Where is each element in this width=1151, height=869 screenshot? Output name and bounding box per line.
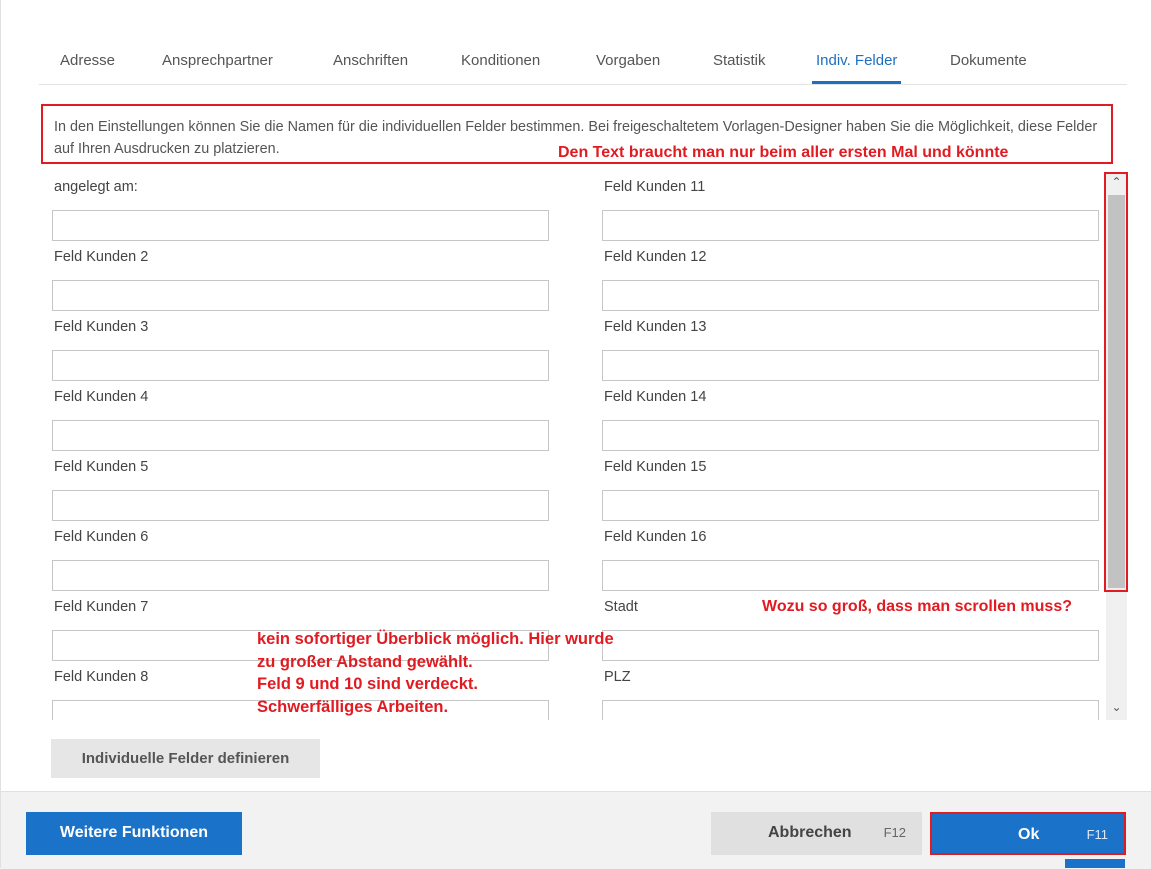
field-label: Feld Kunden 6: [54, 529, 149, 545]
field-kunden-4: Feld Kunden 4: [52, 386, 552, 451]
field-label: PLZ: [604, 669, 631, 685]
field-input[interactable]: [602, 630, 1099, 661]
button-label: Weitere Funktionen: [59, 824, 209, 841]
field-kunden-12: Feld Kunden 12: [602, 246, 1101, 311]
field-input[interactable]: [52, 350, 549, 381]
tab-statistik[interactable]: Statistik: [713, 52, 766, 69]
field-kunden-15: Feld Kunden 15: [602, 456, 1101, 521]
field-kunden-14: Feld Kunden 14: [602, 386, 1101, 451]
field-angelegt-am: angelegt am:: [52, 176, 552, 241]
field-input[interactable]: [602, 210, 1099, 241]
field-plz: PLZ: [602, 666, 1101, 720]
tab-konditionen[interactable]: Konditionen: [461, 52, 540, 69]
field-input[interactable]: [602, 700, 1099, 720]
more-functions-button[interactable]: Weitere Funktionen: [26, 812, 242, 855]
field-kunden-2: Feld Kunden 2: [52, 246, 552, 311]
field-input[interactable]: [52, 560, 549, 591]
field-input[interactable]: [52, 490, 549, 521]
field-label: Feld Kunden 13: [604, 319, 707, 335]
define-fields-button[interactable]: Individuelle Felder definieren: [51, 739, 320, 778]
field-label: Feld Kunden 16: [604, 529, 707, 545]
annotation-line: Schwerfälliges Arbeiten.: [257, 697, 449, 716]
field-label: Feld Kunden 7: [54, 599, 149, 615]
field-label: Feld Kunden 14: [604, 389, 707, 405]
tab-anschriften[interactable]: Anschriften: [333, 52, 408, 69]
ok-button[interactable]: Ok F11: [930, 812, 1126, 855]
field-input[interactable]: [602, 280, 1099, 311]
window-corner-accent: [1065, 859, 1125, 868]
field-kunden-16: Feld Kunden 16: [602, 526, 1101, 591]
field-input[interactable]: [602, 490, 1099, 521]
tab-indiv-felder[interactable]: Indiv. Felder: [811, 52, 902, 84]
button-label: Ok: [1018, 826, 1040, 843]
field-label: Feld Kunden 5: [54, 459, 149, 475]
tab-bar: Adresse Ansprechpartner Anschriften Kond…: [39, 44, 1127, 85]
annotation-line: Feld 9 und 10 sind verdeckt.: [257, 675, 478, 693]
field-input[interactable]: [602, 420, 1099, 451]
field-label: Feld Kunden 15: [604, 459, 707, 475]
field-kunden-5: Feld Kunden 5: [52, 456, 552, 521]
field-label: angelegt am:: [54, 179, 138, 195]
field-label: Feld Kunden 2: [54, 249, 149, 265]
field-label: Feld Kunden 11: [604, 179, 706, 195]
dialog-window: Adresse Ansprechpartner Anschriften Kond…: [0, 0, 1151, 869]
cancel-button[interactable]: Abbrechen F12: [711, 812, 922, 855]
annotation-scrollbar-highlight: [1104, 172, 1128, 592]
field-kunden-13: Feld Kunden 13: [602, 316, 1101, 381]
annotation-line: kein sofortiger Überblick möglich. Hier …: [257, 630, 614, 648]
field-kunden-11: Feld Kunden 11: [602, 176, 1101, 241]
field-input[interactable]: [52, 210, 549, 241]
field-input[interactable]: [52, 280, 549, 311]
chevron-down-icon[interactable]: ⌄: [1106, 700, 1127, 714]
button-label: Abbrechen: [768, 824, 852, 841]
annotation-layout: kein sofortiger Überblick möglich. Hier …: [257, 628, 614, 718]
annotation-line: zu großer Abstand gewählt.: [257, 652, 473, 671]
annotation-scroll: Wozu so groß, dass man scrollen muss?: [762, 598, 1072, 615]
field-input[interactable]: [52, 420, 549, 451]
dialog-footer: Weitere Funktionen Abbrechen F12 Ok F11: [1, 791, 1151, 869]
field-label: Feld Kunden 4: [54, 389, 149, 405]
tab-vorgaben[interactable]: Vorgaben: [596, 52, 660, 69]
field-kunden-3: Feld Kunden 3: [52, 316, 552, 381]
annotation-info: Den Text braucht man nur beim aller erst…: [558, 144, 1009, 161]
field-input[interactable]: [602, 350, 1099, 381]
field-label: Feld Kunden 3: [54, 319, 149, 335]
field-input[interactable]: [602, 560, 1099, 591]
tab-adresse[interactable]: Adresse: [60, 52, 115, 69]
shortcut-key: F11: [1086, 827, 1108, 842]
tab-ansprechpartner[interactable]: Ansprechpartner: [162, 52, 273, 69]
shortcut-key: F12: [883, 825, 906, 840]
tab-dokumente[interactable]: Dokumente: [950, 52, 1027, 69]
field-kunden-6: Feld Kunden 6: [52, 526, 552, 591]
field-label: Feld Kunden 12: [604, 249, 707, 265]
